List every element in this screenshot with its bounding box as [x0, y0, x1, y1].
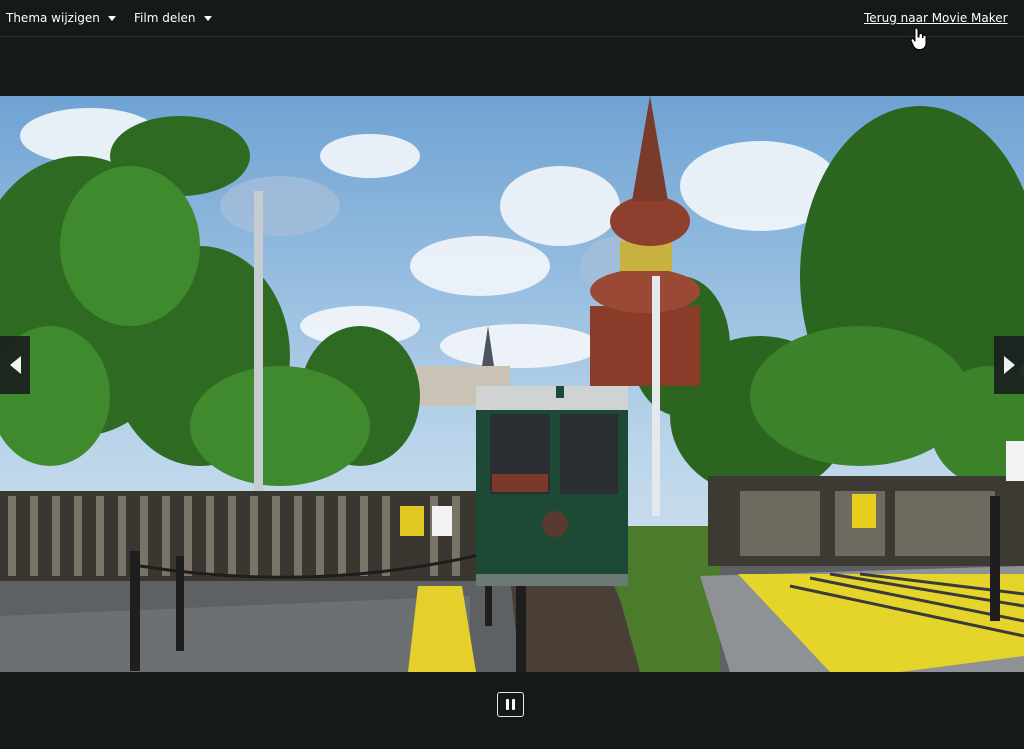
- hand-cursor-icon: [910, 27, 927, 50]
- share-menu-label: Film delen: [134, 11, 196, 25]
- next-button[interactable]: [994, 336, 1024, 394]
- back-to-movie-maker-link[interactable]: Terug naar Movie Maker: [864, 0, 1008, 36]
- video-frame[interactable]: [0, 96, 1024, 672]
- theme-menu-label: Thema wijzigen: [6, 11, 100, 25]
- pause-icon-bar: [512, 699, 515, 710]
- funicular-scene-image: [0, 96, 1024, 672]
- pause-button[interactable]: [497, 692, 524, 717]
- previous-button[interactable]: [0, 336, 30, 394]
- share-movie-menu[interactable]: Film delen: [134, 0, 212, 36]
- chevron-left-icon: [9, 356, 21, 374]
- top-toolbar: Thema wijzigen Film delen Terug naar Mov…: [0, 0, 1024, 37]
- chevron-right-icon: [1003, 356, 1015, 374]
- pause-icon: [506, 699, 509, 710]
- theme-menu[interactable]: Thema wijzigen: [6, 0, 116, 36]
- caret-down-icon: [203, 16, 212, 21]
- caret-down-icon: [107, 16, 116, 21]
